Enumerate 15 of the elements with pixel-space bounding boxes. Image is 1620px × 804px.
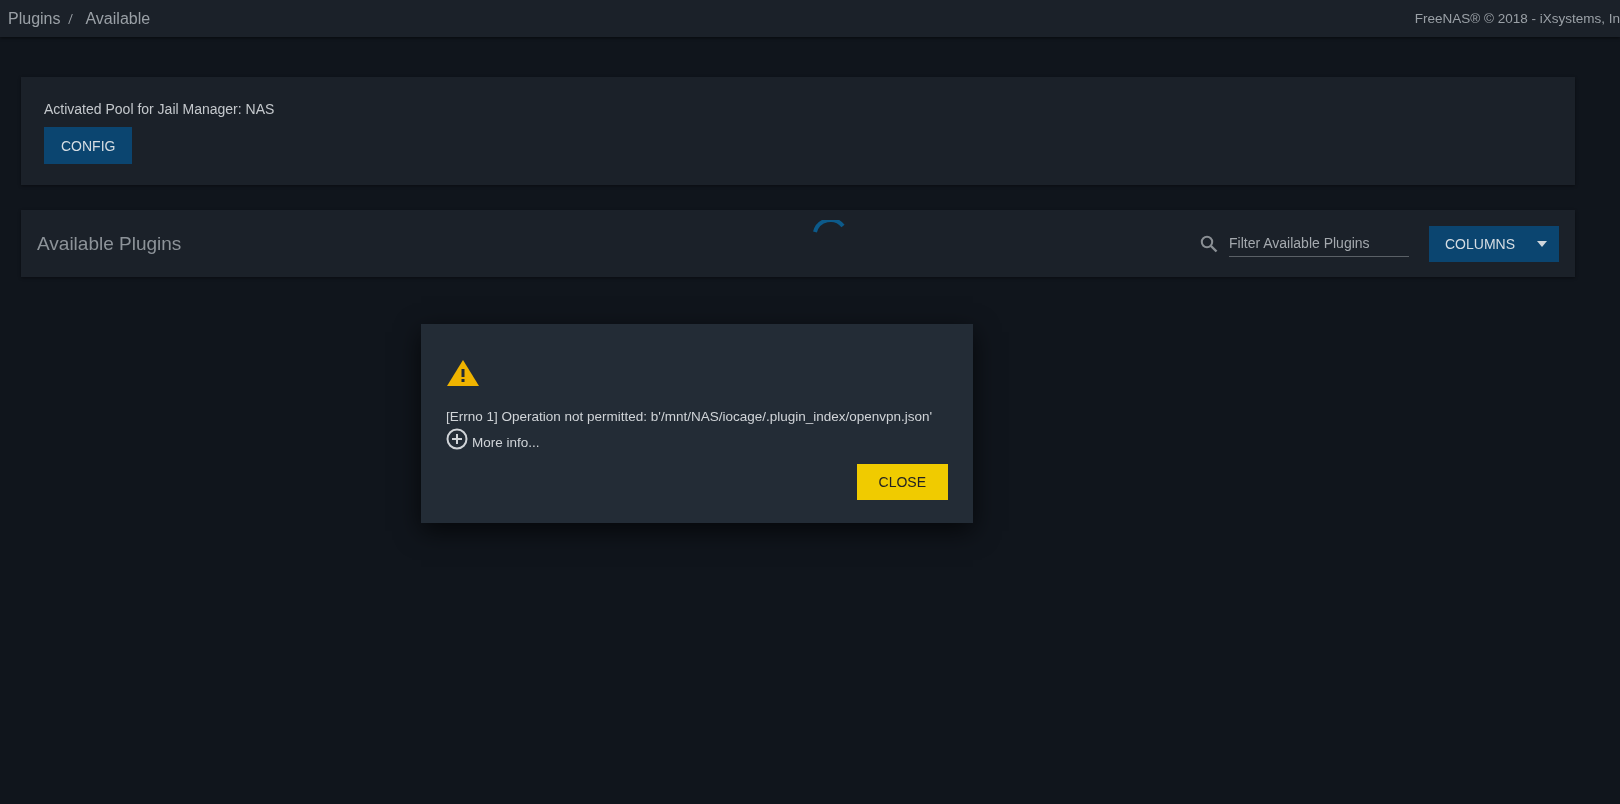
plus-circle-icon[interactable]	[446, 428, 468, 450]
breadcrumb-link[interactable]: Available	[85, 9, 151, 28]
columns-button[interactable]: COLUMNS	[1429, 225, 1559, 262]
config-button[interactable]: CONFIG	[44, 127, 133, 164]
card-title: Available Plugins	[37, 232, 182, 255]
error-message: [Errno 1] Operation not permitted: b'/mnt/NAS/iocage/.plugin_index/openvpn.json'	[446, 409, 934, 424]
breadcrumb-link[interactable]: Plugins	[8, 9, 61, 28]
filter-field[interactable]: Filter Available Plugins	[1229, 230, 1409, 257]
warning-icon	[446, 359, 480, 387]
caret-icon	[1537, 240, 1547, 247]
copyright-text: FreeNAS® © 2018 - iXsystems, In	[1414, 11, 1620, 26]
search-icon	[1200, 234, 1218, 253]
more-info-link[interactable]: More info...	[472, 435, 540, 450]
close-button[interactable]: CLOSE	[856, 464, 948, 500]
pool-label: Activated Pool for Jail Manager: NAS	[44, 101, 276, 117]
